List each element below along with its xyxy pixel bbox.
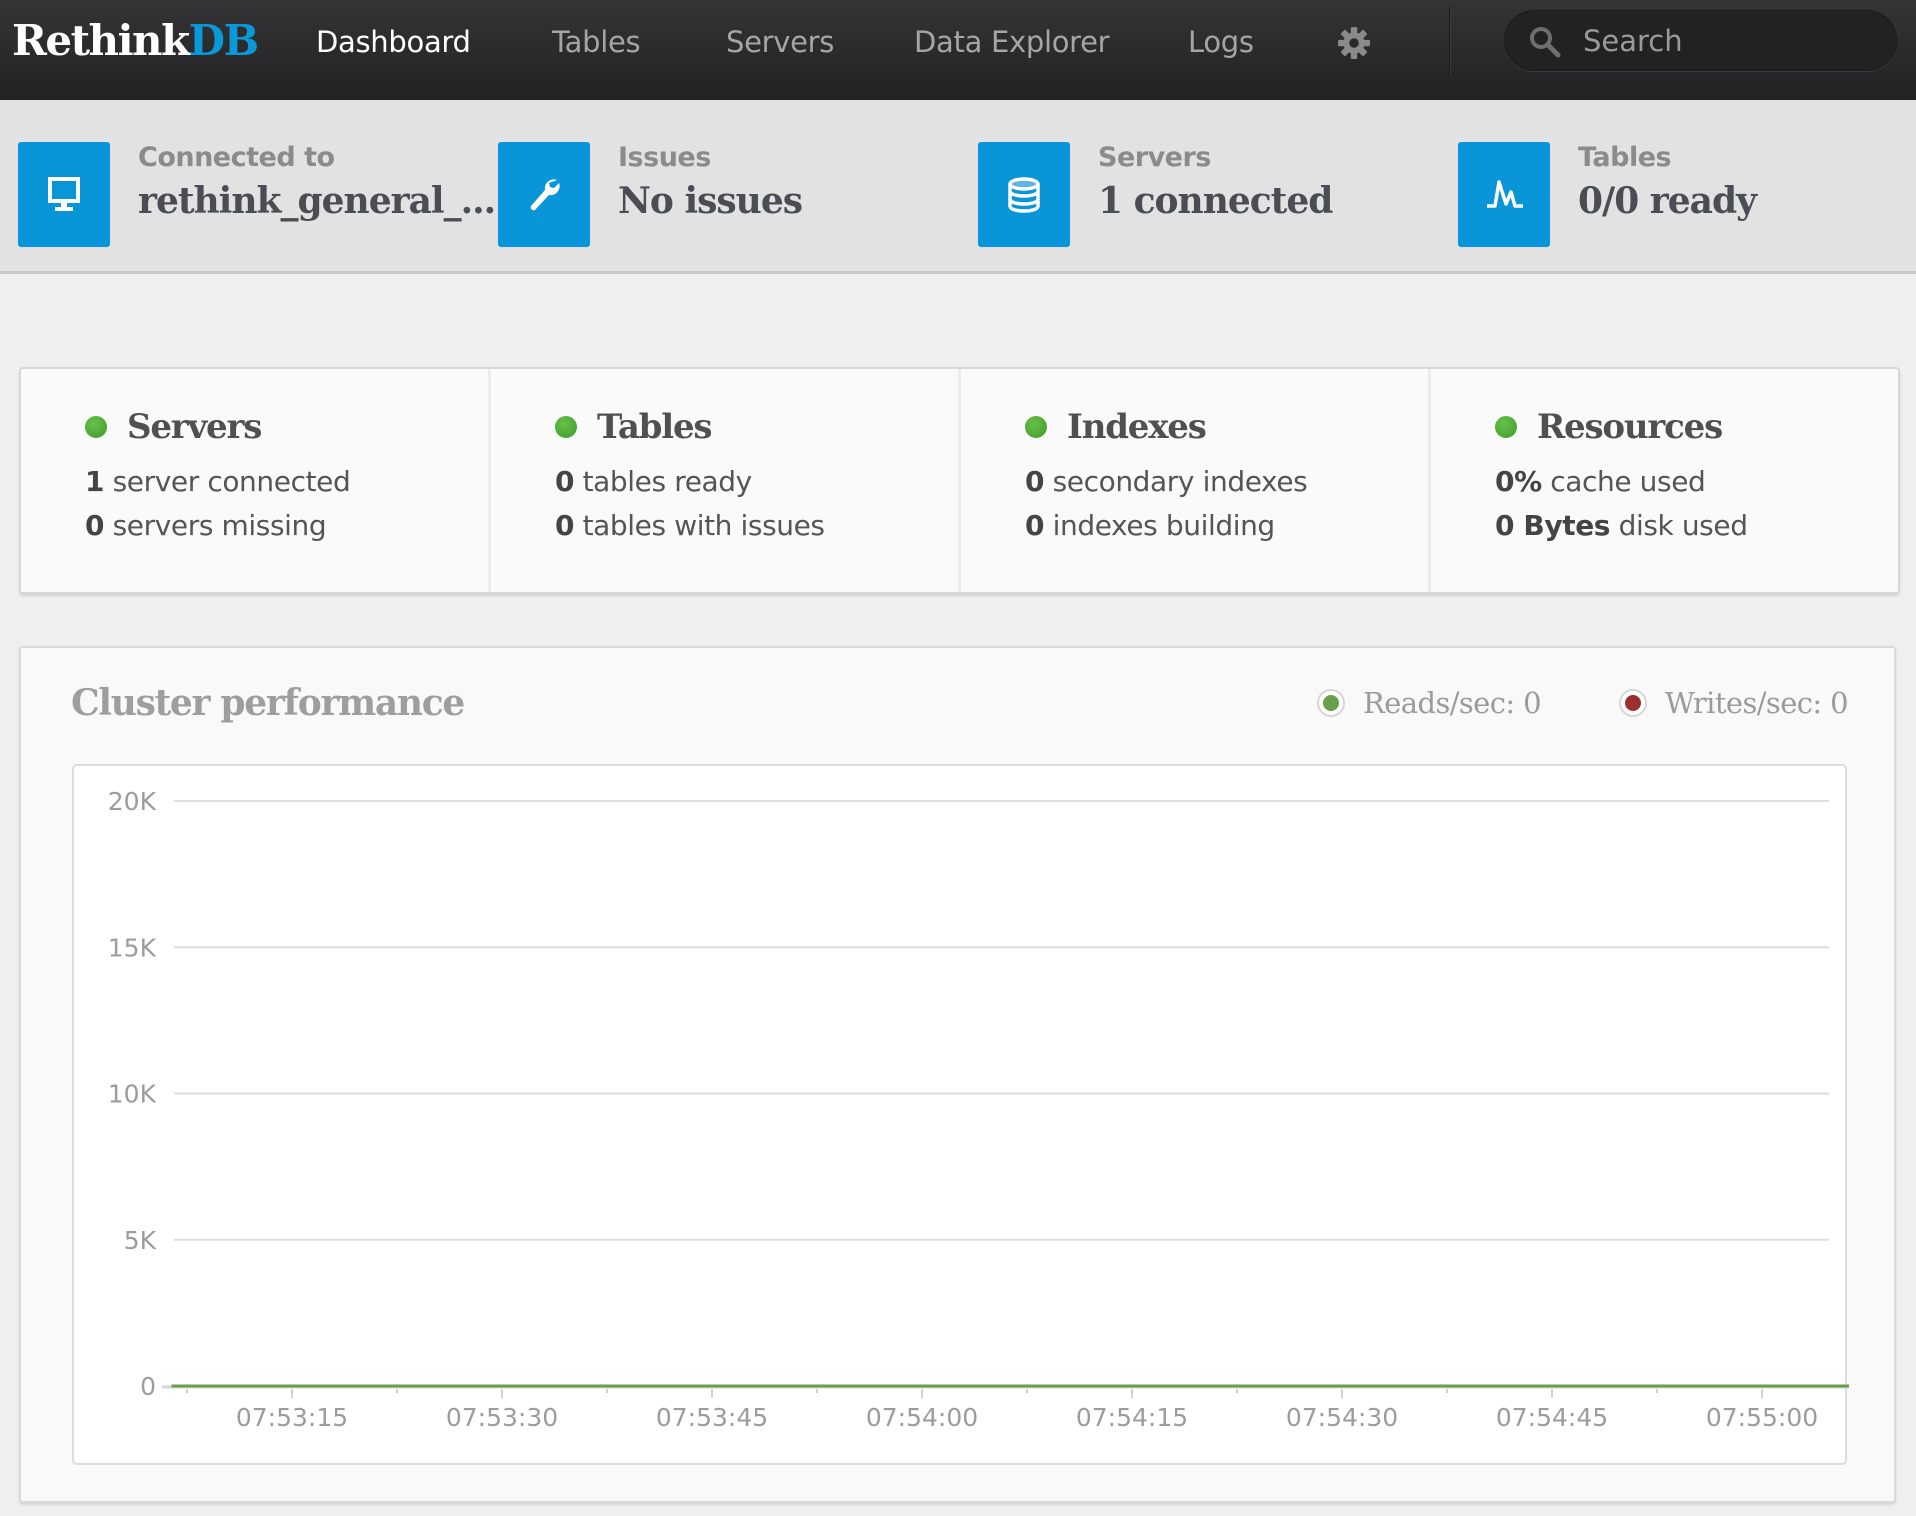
stat-line: 0% cache used — [1495, 465, 1706, 498]
y-tick-label: 5K — [124, 1226, 157, 1255]
status-label: Issues — [618, 142, 711, 173]
legend-swatch-writes — [1619, 689, 1647, 717]
search-input[interactable] — [1583, 19, 1873, 63]
stat-title: Resources — [1537, 407, 1723, 447]
legend-swatch-reads — [1317, 689, 1345, 717]
y-tick-label: 20K — [108, 787, 157, 816]
nav-data-explorer[interactable]: Data Explorer — [914, 22, 1110, 62]
legend-label: Reads/sec: 0 — [1363, 686, 1542, 720]
stat-indexes: Indexes 0 secondary indexes 0 indexes bu… — [961, 369, 1431, 592]
stat-title: Indexes — [1067, 407, 1207, 447]
status-value[interactable]: rethink_general_... — [138, 180, 496, 222]
status-ok-dot — [1025, 416, 1047, 438]
stat-line: 1 server connected — [85, 465, 351, 498]
x-tick-label: 07:54:45 — [1496, 1403, 1608, 1432]
x-tick-label: 07:54:15 — [1076, 1403, 1188, 1432]
cluster-stats-panel: Servers 1 server connected 0 servers mis… — [19, 367, 1900, 594]
stat-line: 0 tables ready — [555, 465, 752, 498]
status-issues: Issues No issues — [498, 142, 958, 247]
status-ok-dot — [85, 416, 107, 438]
x-tick-label: 07:53:15 — [236, 1403, 348, 1432]
status-ok-dot — [1495, 416, 1517, 438]
status-value[interactable]: 1 connected — [1098, 180, 1333, 222]
status-value[interactable]: No issues — [618, 180, 803, 222]
cluster-performance-panel: Cluster performance Reads/sec: 0 Writes/… — [19, 646, 1896, 1503]
monitor-icon — [18, 142, 110, 247]
stat-line: 0 servers missing — [85, 509, 327, 542]
status-value[interactable]: 0/0 ready — [1578, 180, 1757, 222]
nav-dashboard[interactable]: Dashboard — [316, 22, 471, 62]
y-tick-label: 15K — [108, 933, 157, 962]
stat-tables: Tables 0 tables ready 0 tables with issu… — [491, 369, 961, 592]
status-ok-dot — [555, 416, 577, 438]
y-tick-label: 0 — [140, 1372, 156, 1401]
status-label: Tables — [1578, 142, 1672, 173]
status-servers: Servers 1 connected — [978, 142, 1438, 247]
panel-title: Cluster performance — [71, 682, 465, 724]
top-navbar: RethinkDB Dashboard Tables Servers Data … — [0, 0, 1916, 100]
pulse-icon — [1458, 142, 1550, 247]
stat-title: Servers — [127, 407, 262, 447]
x-tick-label: 07:54:30 — [1286, 1403, 1398, 1432]
stat-servers: Servers 1 server connected 0 servers mis… — [21, 369, 491, 592]
chart-canvas: 0 5K 10K 15K 20K 07:53:15 07:53:30 07:53:45 07:5… — [108, 787, 1849, 1432]
navbar-divider — [1449, 6, 1451, 76]
logo-text-db: DB — [188, 16, 259, 65]
status-label: Servers — [1098, 142, 1211, 173]
wrench-icon — [498, 142, 590, 247]
database-icon — [978, 142, 1070, 247]
stat-line: 0 secondary indexes — [1025, 465, 1308, 498]
nav-tables[interactable]: Tables — [552, 22, 641, 62]
stat-line: 0 indexes building — [1025, 509, 1275, 542]
x-tick-label: 07:54:00 — [866, 1403, 978, 1432]
gear-icon[interactable] — [1337, 26, 1371, 60]
stat-line: 0 tables with issues — [555, 509, 825, 542]
status-label: Connected to — [138, 142, 335, 173]
x-tick-label: 07:55:00 — [1706, 1403, 1818, 1432]
x-tick-label: 07:53:30 — [446, 1403, 558, 1432]
status-tables: Tables 0/0 ready — [1458, 142, 1916, 247]
cluster-status-bar: Connected to rethink_general_... Issues … — [0, 100, 1916, 274]
logo-text-rethink: Rethink — [12, 16, 190, 65]
nav-servers[interactable]: Servers — [726, 22, 834, 62]
search-box[interactable] — [1504, 10, 1897, 71]
rethinkdb-logo[interactable]: RethinkDB — [12, 14, 259, 68]
legend-writes[interactable]: Writes/sec: 0 — [1619, 686, 1849, 720]
legend-label: Writes/sec: 0 — [1665, 686, 1849, 720]
search-icon — [1530, 27, 1561, 58]
nav-logs[interactable]: Logs — [1188, 22, 1254, 62]
performance-chart: 0 5K 10K 15K 20K 07:53:15 07:53:30 07:53:45 07:5… — [72, 764, 1849, 1465]
stat-resources: Resources 0% cache used 0 Bytes disk use… — [1431, 369, 1898, 592]
stat-line: 0 Bytes disk used — [1495, 509, 1748, 542]
y-tick-label: 10K — [108, 1080, 157, 1109]
status-connected-to: Connected to rethink_general_... — [18, 142, 496, 247]
legend-reads[interactable]: Reads/sec: 0 — [1317, 686, 1542, 720]
x-tick-label: 07:53:45 — [656, 1403, 768, 1432]
stat-title: Tables — [597, 407, 713, 447]
